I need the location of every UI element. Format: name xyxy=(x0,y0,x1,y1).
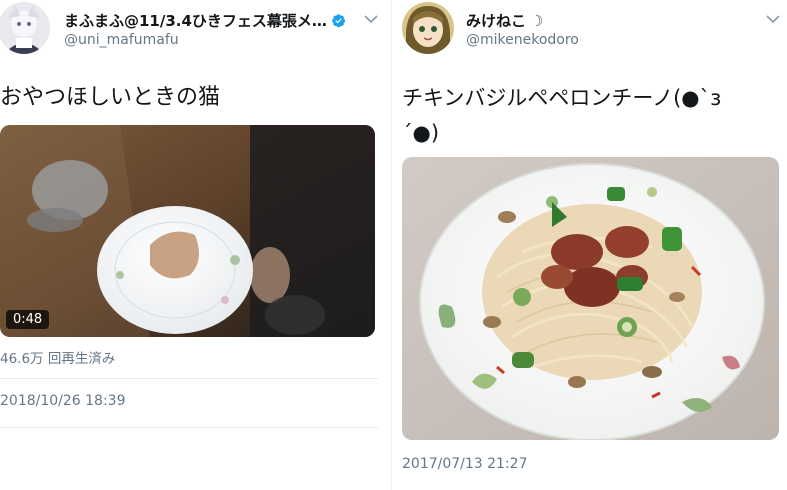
video-duration-badge: 0:48 xyxy=(6,310,50,329)
tweet-text-line-2: ´●) xyxy=(402,121,440,145)
separator xyxy=(0,427,378,428)
separator xyxy=(0,378,378,379)
pasta-photo xyxy=(402,157,779,440)
tweet-left: まふまふ@11/3.4ひきフェス幕張メ… @uni_mafumafu おやつほし… xyxy=(0,0,390,490)
tweet-text: おやつほしいときの猫 xyxy=(0,85,221,110)
author-display-name[interactable]: みけねこ xyxy=(466,10,526,31)
author-handle[interactable]: @uni_mafumafu xyxy=(64,32,179,48)
view-count: 46.6万 回再生済み xyxy=(0,351,116,367)
avatar-image xyxy=(0,2,50,54)
column-divider xyxy=(391,0,392,490)
moon-icon: ☽ xyxy=(530,11,544,30)
tweet-text-line-1: チキンバジルペペロンチーノ(●`з xyxy=(402,86,722,110)
chevron-down-icon[interactable] xyxy=(766,14,780,24)
avatar[interactable] xyxy=(0,2,50,54)
author-handle[interactable]: @mikenekodoro xyxy=(466,32,579,48)
chevron-down-icon[interactable] xyxy=(364,14,378,24)
author-name-row: まふまふ@11/3.4ひきフェス幕張メ… xyxy=(64,10,346,31)
author-display-name[interactable]: まふまふ@11/3.4ひきフェス幕張メ… xyxy=(64,10,327,31)
author-name-row: みけねこ ☽ xyxy=(466,10,543,31)
avatar-image xyxy=(402,2,454,54)
avatar[interactable] xyxy=(402,2,454,54)
tweet-timestamp[interactable]: 2017/07/13 21:27 xyxy=(402,456,528,472)
verified-badge-icon xyxy=(332,14,345,28)
tweet-right: みけねこ ☽ @mikenekodoro チキンバジルペペロンチーノ(●`з ´… xyxy=(394,0,787,490)
tweet-timestamp[interactable]: 2018/10/26 18:39 xyxy=(0,393,126,409)
video-thumbnail xyxy=(0,125,375,337)
photo[interactable] xyxy=(402,157,779,440)
video-player[interactable]: 0:48 xyxy=(0,125,375,337)
